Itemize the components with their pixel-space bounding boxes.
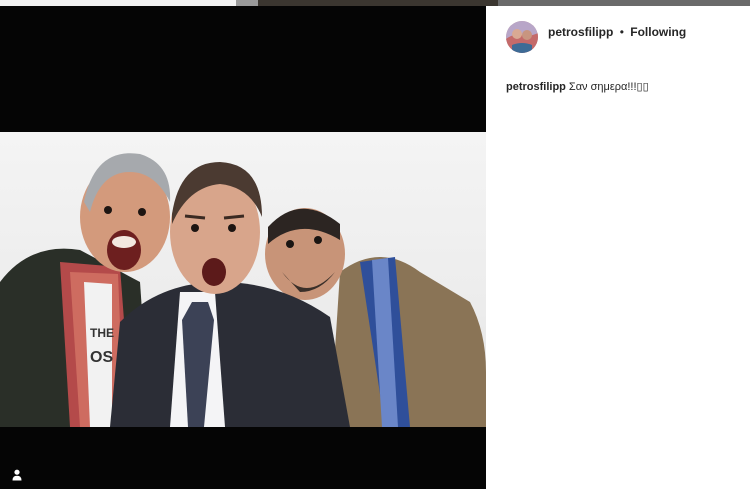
caption-text: Σαν σημερα!!!▯▯ <box>568 81 649 93</box>
header-separator: • <box>619 25 624 39</box>
photo-illustration: THE OS <box>0 153 486 427</box>
post-header: petrosfilipp • Following <box>548 24 686 40</box>
media-panel: THE OS <box>0 6 486 489</box>
caption-username[interactable]: petrosfilipp <box>506 81 566 93</box>
post-side-panel: petrosfilipp • Following petrosfilipp Σαν… <box>486 6 750 489</box>
svg-text:OS: OS <box>90 349 113 366</box>
svg-text:THE: THE <box>90 326 114 340</box>
post-caption: petrosfilipp Σαν σημερα!!!▯▯ <box>506 80 649 95</box>
post-photo[interactable]: THE OS <box>0 132 486 427</box>
post-viewer: THE OS petrosfilipp • Following petrosfi… <box>0 0 750 489</box>
username-link[interactable]: petrosfilipp <box>548 25 613 39</box>
person-icon[interactable] <box>10 468 24 482</box>
following-button[interactable]: Following <box>630 25 686 39</box>
profile-avatar[interactable] <box>506 21 538 53</box>
